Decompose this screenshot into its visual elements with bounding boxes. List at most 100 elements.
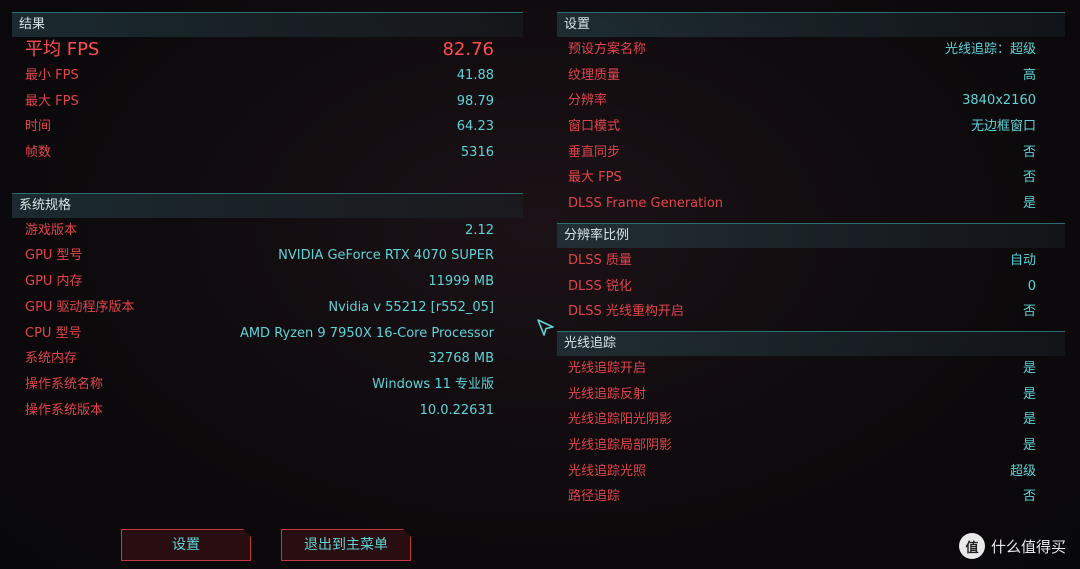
system-value: NVIDIA GeForce RTX 4070 SUPER (278, 248, 494, 264)
watermark-badge-icon: 值 (958, 533, 985, 559)
system-row: 系统内存 32768 MB (12, 346, 523, 372)
system-value: 10.0.22631 (419, 402, 494, 418)
system-row: GPU 型号 NVIDIA GeForce RTX 4070 SUPER (12, 243, 523, 269)
system-label: GPU 型号 (25, 248, 83, 264)
scaling-value: 否 (1022, 304, 1036, 320)
avg-fps-row: 平均 FPS 82.76 (12, 37, 523, 63)
system-label: 操作系统名称 (25, 376, 104, 392)
scaling-value: 自动 (1009, 252, 1036, 268)
result-value: 64.23 (456, 119, 494, 135)
scaling-value: 0 (1027, 278, 1036, 294)
scaling-row: DLSS 光线重构开启 否 (557, 299, 1065, 325)
ray-tracing-row: 光线追踪阳光阴影 是 (557, 407, 1065, 433)
settings-row: DLSS Frame Generation 是 (557, 191, 1065, 217)
result-row: 时间 64.23 (12, 114, 523, 140)
settings-value: 是 (1022, 196, 1036, 212)
ray-tracing-row: 光线追踪局部阴影 是 (557, 433, 1065, 459)
ray-tracing-label: 光线追踪局部阴影 (568, 437, 673, 453)
settings-label: 最大 FPS (568, 170, 622, 186)
system-row: 游戏版本 2.12 (12, 218, 523, 244)
settings-label: 分辨率 (568, 93, 608, 109)
settings-header: 设置 (557, 12, 1065, 37)
settings-label: 垂直同步 (568, 144, 621, 160)
ray-tracing-label: 光线追踪光照 (568, 463, 647, 479)
system-value: Nvidia v 55212 [r552_05] (328, 299, 494, 315)
settings-row: 窗口模式 无边框窗口 (557, 114, 1065, 140)
ray-tracing-header: 光线追踪 (557, 330, 1065, 356)
result-row: 最小 FPS 41.88 (12, 63, 523, 89)
scaling-label: DLSS 光线重构开启 (568, 304, 684, 320)
ray-tracing-row: 光线追踪开启 是 (557, 356, 1065, 382)
settings-row: 纹理质量 高 (557, 63, 1065, 89)
result-row: 最大 FPS 98.79 (12, 89, 523, 115)
system-row: 操作系统名称 Windows 11 专业版 (12, 372, 523, 398)
results-rows: 平均 FPS 82.76 最小 FPS 41.88 最大 FPS 98.79 时… (12, 37, 523, 166)
settings-value: 否 (1022, 170, 1036, 186)
system-value: AMD Ryzen 9 7950X 16-Core Processor (239, 325, 494, 341)
settings-label: 预设方案名称 (568, 42, 647, 57)
right-panel: 设置 预设方案名称 光线追踪：超级 纹理质量 高 分辨率 3840x2160 窗… (557, 12, 1065, 510)
settings-row: 分辨率 3840x2160 (557, 88, 1065, 114)
system-value: 2.12 (465, 222, 494, 238)
system-row: GPU 驱动程序版本 Nvidia v 55212 [r552_05] (12, 295, 523, 321)
settings-value: 高 (1022, 67, 1036, 83)
ray-tracing-rows: 光线追踪开启 是 光线追踪反射 是 光线追踪阳光阴影 是 光线追踪局部阴影 是 … (557, 356, 1065, 510)
system-row: GPU 内存 11999 MB (12, 269, 523, 295)
ray-tracing-label: 光线追踪开启 (568, 360, 647, 376)
ray-tracing-row: 路径追踪 否 (557, 484, 1065, 510)
left-panel: 结果 平均 FPS 82.76 最小 FPS 41.88 最大 FPS 98.7… (12, 12, 523, 423)
system-row: CPU 型号 AMD Ryzen 9 7950X 16-Core Process… (12, 321, 523, 347)
resolution-scaling-header: 分辨率比例 (557, 222, 1065, 248)
ray-tracing-label: 光线追踪反射 (568, 386, 647, 402)
system-rows: 游戏版本 2.12 GPU 型号 NVIDIA GeForce RTX 4070… (12, 218, 523, 424)
settings-value: 光线追踪：超级 (944, 42, 1036, 57)
avg-fps-value: 82.76 (442, 39, 494, 60)
settings-label: 纹理质量 (568, 67, 621, 83)
system-label: GPU 驱动程序版本 (25, 299, 135, 315)
settings-value: 否 (1022, 144, 1036, 160)
ray-tracing-value: 是 (1022, 386, 1036, 402)
ray-tracing-value: 超级 (1009, 463, 1036, 479)
system-header: 系统规格 (12, 192, 523, 218)
system-value: 32768 MB (428, 351, 494, 367)
result-label: 最小 FPS (25, 68, 79, 83)
settings-label: DLSS Frame Generation (568, 196, 724, 212)
ray-tracing-row: 光线追踪光照 超级 (557, 459, 1065, 485)
watermark: 值 什么值得买 (958, 533, 1066, 559)
settings-row: 预设方案名称 光线追踪：超级 (557, 37, 1065, 63)
scaling-label: DLSS 锐化 (568, 278, 632, 294)
scaling-row: DLSS 质量 自动 (557, 248, 1065, 274)
system-label: 游戏版本 (25, 222, 78, 238)
system-label: 系统内存 (25, 351, 78, 367)
resolution-scaling-rows: DLSS 质量 自动 DLSS 锐化 0 DLSS 光线重构开启 否 (557, 248, 1065, 325)
result-row: 帧数 5316 (12, 140, 523, 166)
ray-tracing-label: 光线追踪阳光阴影 (568, 412, 673, 428)
system-value: Windows 11 专业版 (372, 376, 494, 392)
ray-tracing-value: 是 (1022, 412, 1036, 428)
ray-tracing-row: 光线追踪反射 是 (557, 382, 1065, 408)
mouse-cursor-icon (537, 319, 554, 336)
settings-button[interactable]: 设置 (121, 529, 251, 561)
scaling-row: DLSS 锐化 0 (557, 274, 1065, 300)
system-label: GPU 内存 (25, 274, 83, 290)
watermark-text: 什么值得买 (990, 537, 1066, 556)
settings-value: 无边框窗口 (970, 119, 1036, 135)
scaling-label: DLSS 质量 (568, 252, 632, 268)
system-label: 操作系统版本 (25, 402, 104, 418)
result-value: 98.79 (456, 93, 494, 109)
result-value: 41.88 (456, 68, 494, 83)
ray-tracing-value: 否 (1022, 489, 1036, 505)
ray-tracing-label: 路径追踪 (568, 489, 621, 505)
system-row: 操作系统版本 10.0.22631 (12, 398, 523, 424)
settings-label: 窗口模式 (568, 119, 621, 135)
system-label: CPU 型号 (25, 325, 82, 341)
ray-tracing-value: 是 (1022, 360, 1036, 376)
settings-row: 垂直同步 否 (557, 140, 1065, 166)
results-header: 结果 (12, 12, 523, 37)
settings-value: 3840x2160 (962, 93, 1036, 109)
exit-to-main-menu-button[interactable]: 退出到主菜单 (281, 529, 411, 561)
settings-row: 最大 FPS 否 (557, 165, 1065, 191)
avg-fps-label: 平均 FPS (25, 39, 100, 60)
result-label: 时间 (25, 119, 52, 135)
settings-rows: 预设方案名称 光线追踪：超级 纹理质量 高 分辨率 3840x2160 窗口模式… (557, 37, 1065, 217)
